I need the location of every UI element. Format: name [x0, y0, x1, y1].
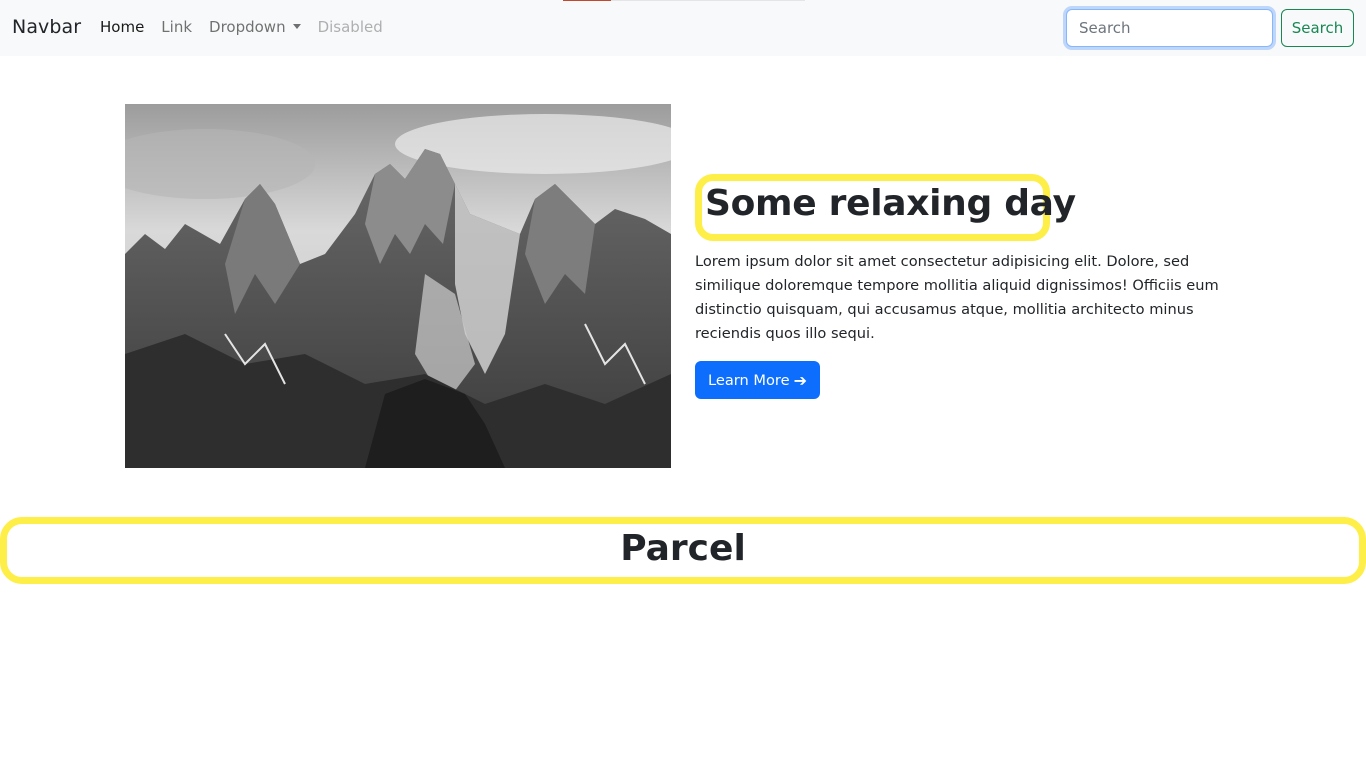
mountain-photo [125, 104, 671, 468]
nav-link-dropdown-label: Dropdown [209, 18, 286, 36]
page-load-progress-bar [563, 0, 805, 1]
arrow-right-icon: ➔ [793, 370, 807, 390]
nav-link-dropdown[interactable]: Dropdown [209, 18, 301, 36]
hero-image [125, 104, 671, 468]
section-title: Parcel [620, 528, 746, 569]
page-load-progress-fill [563, 0, 612, 1]
search-input[interactable] [1066, 9, 1273, 47]
search-button[interactable]: Search [1281, 9, 1354, 47]
nav-link-disabled: Disabled [317, 18, 383, 36]
learn-more-label: Learn More [707, 371, 790, 389]
hero-title: Some relaxing day [705, 183, 1076, 224]
hero-description: Lorem ipsum dolor sit amet consectetur a… [695, 253, 1219, 342]
learn-more-button[interactable]: Learn More ➔ [695, 361, 820, 399]
nav-link-home[interactable]: Home [100, 18, 144, 36]
navbar-brand[interactable]: Navbar [12, 16, 81, 38]
nav-links: Home Link Dropdown Disabled [100, 18, 400, 36]
navbar: Navbar Home Link Dropdown Disabled Searc… [0, 0, 1366, 56]
nav-link-link[interactable]: Link [161, 18, 192, 36]
caret-down-icon [292, 24, 301, 29]
